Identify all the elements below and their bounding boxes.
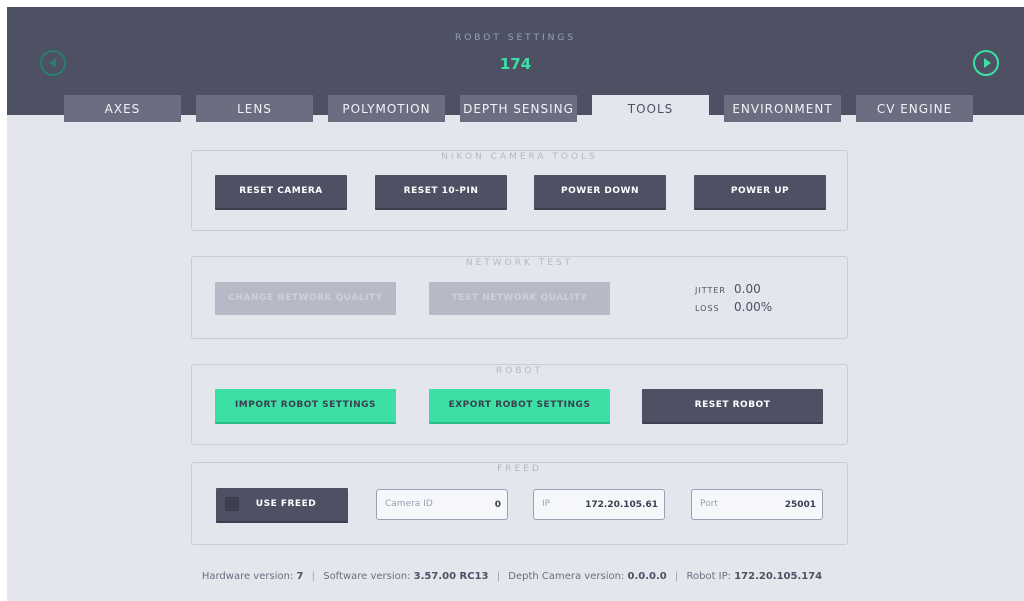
depth-camera-version-value: 0.0.0.0 (627, 571, 667, 582)
ip-label: IP (542, 499, 551, 509)
reset-robot-button[interactable]: RESET ROBOT (642, 389, 823, 422)
jitter-value: 0.00 (734, 282, 761, 296)
chevron-left-icon (48, 58, 56, 68)
depth-camera-version-label: Depth Camera version: (508, 571, 625, 582)
footer-separator: | (311, 571, 316, 582)
tab-environment[interactable]: ENVIRONMENT (724, 95, 841, 122)
port-field[interactable]: Port (691, 489, 823, 520)
freed-panel: FREED USE FREED Camera ID IP Port (191, 462, 848, 545)
robot-ip-label: Robot IP: (686, 571, 732, 582)
change-network-quality-button[interactable]: CHANGE NETWORK QUALITY (215, 282, 396, 315)
use-freed-label: USE FREED (255, 499, 317, 509)
footer-separator: | (496, 571, 501, 582)
tab-axes[interactable]: AXES (64, 95, 181, 122)
nikon-camera-tools-panel: NIKON CAMERA TOOLS RESET CAMERA RESET 10… (191, 150, 848, 231)
reset-camera-button[interactable]: RESET CAMERA (215, 175, 347, 208)
chevron-right-icon (983, 58, 991, 68)
network-test-panel: NETWORK TEST CHANGE NETWORK QUALITY TEST… (191, 256, 848, 339)
loss-value: 0.00% (734, 300, 773, 314)
robot-panel: ROBOT IMPORT ROBOT SETTINGS EXPORT ROBOT… (191, 364, 848, 445)
export-robot-settings-button[interactable]: EXPORT ROBOT SETTINGS (429, 389, 610, 422)
import-robot-settings-button[interactable]: IMPORT ROBOT SETTINGS (215, 389, 396, 422)
version-footer: Hardware version: 7 | Software version: … (0, 571, 1024, 582)
jitter-label: JITTER (695, 286, 726, 295)
header-bar: ROBOT SETTINGS 174 AXES LENS POLYMOTION … (7, 7, 1024, 122)
nikon-panel-legend: NIKON CAMERA TOOLS (433, 152, 606, 162)
test-network-quality-button[interactable]: TEST NETWORK QUALITY (429, 282, 610, 315)
freed-panel-legend: FREED (489, 464, 550, 474)
software-version-value: 3.57.00 RC13 (413, 571, 489, 582)
use-freed-checkbox[interactable] (225, 497, 239, 511)
next-robot-button[interactable] (973, 50, 999, 76)
tab-cv-engine[interactable]: CV ENGINE (856, 95, 973, 122)
ip-input[interactable] (568, 495, 658, 515)
ip-field[interactable]: IP (533, 489, 665, 520)
network-panel-legend: NETWORK TEST (457, 258, 582, 268)
footer-separator: | (674, 571, 679, 582)
tab-depth-sensing[interactable]: DEPTH SENSING (460, 95, 577, 122)
hardware-version-value: 7 (296, 571, 304, 582)
robot-panel-legend: ROBOT (488, 366, 551, 376)
reset-10-pin-button[interactable]: RESET 10-PIN (375, 175, 507, 208)
use-freed-toggle[interactable]: USE FREED (216, 488, 348, 521)
robot-ip-value: 172.20.105.174 (734, 571, 823, 582)
tab-polymotion[interactable]: POLYMOTION (328, 95, 445, 122)
loss-label: LOSS (695, 304, 720, 313)
hardware-version-label: Hardware version: (201, 571, 294, 582)
software-version-label: Software version: (323, 571, 411, 582)
port-label: Port (700, 499, 718, 509)
power-up-button[interactable]: POWER UP (694, 175, 826, 208)
tab-tools[interactable]: TOOLS (592, 95, 709, 122)
tab-lens[interactable]: LENS (196, 95, 313, 122)
camera-id-field[interactable]: Camera ID (376, 489, 508, 520)
prev-robot-button[interactable] (40, 50, 66, 76)
header-title: ROBOT SETTINGS (454, 33, 577, 43)
robot-number: 174 (499, 55, 532, 73)
camera-id-input[interactable] (411, 495, 501, 515)
power-down-button[interactable]: POWER DOWN (534, 175, 666, 208)
port-input[interactable] (726, 495, 816, 515)
